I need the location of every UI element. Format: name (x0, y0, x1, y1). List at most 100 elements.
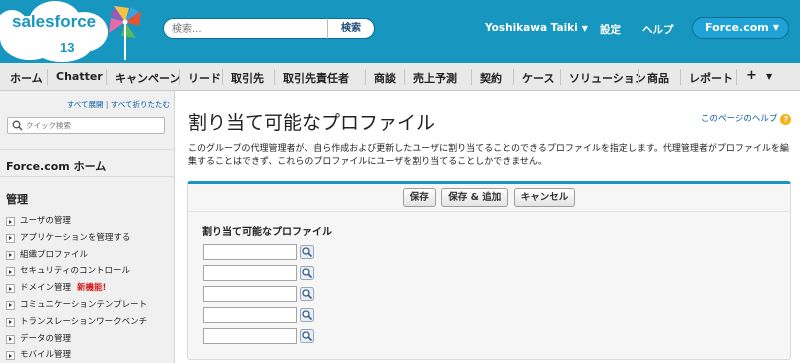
tab-cases[interactable]: ケース (522, 70, 554, 86)
help-link-header[interactable]: ヘルプ (642, 22, 674, 37)
all-tabs-plus-icon[interactable]: + (746, 68, 757, 83)
button-row: 保存 保存 & 追加 キャンセル (188, 188, 790, 207)
user-menu[interactable]: Yoshikawa Taiki ▼ (485, 22, 588, 34)
logo-version: 13 (60, 40, 74, 55)
tab-reports[interactable]: レポート (689, 70, 733, 86)
quick-search-input[interactable] (26, 120, 156, 131)
profile-field-1[interactable] (203, 244, 297, 260)
lookup-icon[interactable] (300, 245, 314, 259)
profile-field-2[interactable] (203, 265, 297, 281)
collapse-all-link[interactable]: すべて折りたたむ (111, 100, 170, 109)
app-menu-label: Force.com (705, 21, 769, 34)
assignable-profiles-label: 割り当て可能なプロファイル (202, 227, 332, 238)
force-home-link[interactable]: Force.com ホーム (0, 149, 175, 177)
setup-link[interactable]: 設定 (600, 22, 621, 37)
sidebar-item-manage-users[interactable]: ユーザの管理 (6, 214, 147, 231)
tab-separator (513, 69, 514, 85)
sidebar-item-mobile-administration[interactable]: モバイル管理 (6, 348, 147, 363)
tab-separator (365, 69, 366, 85)
sidebar-item-label: 組織プロファイル (20, 249, 89, 260)
tab-contacts[interactable]: 取引先責任者 (283, 70, 349, 86)
toggle-separator: | (105, 100, 109, 109)
expand-arrow-icon (6, 334, 15, 344)
sidebar-item-manage-apps[interactable]: アプリケーションを管理する (6, 231, 147, 248)
user-name: Yoshikawa Taiki (485, 22, 578, 34)
tab-bar: ホーム Chatter キャンペーン リード 取引先 取引先責任者 商談 売上予… (0, 63, 800, 91)
sidebar-item-label: セキュリティのコントロール (20, 266, 130, 277)
help-icon: ? (780, 114, 792, 125)
profile-lookup (203, 307, 314, 323)
expand-arrow-icon (6, 217, 15, 226)
chevron-down-icon[interactable]: ▼ (766, 72, 772, 81)
sidebar-item-label: ユーザの管理 (20, 216, 71, 226)
tab-chatter[interactable]: Chatter (56, 70, 103, 83)
expand-arrow-icon (6, 317, 15, 327)
global-header: salesforce 13 検索 Yoshikawa Taiki▼ 設定 ヘルプ… (0, 0, 800, 63)
expand-arrow-icon (6, 267, 15, 277)
tab-separator (736, 69, 737, 85)
sidebar-item-label: データの管理 (20, 333, 72, 344)
profile-field-4[interactable] (203, 307, 297, 323)
tab-separator (638, 69, 639, 85)
profile-lookup (203, 328, 314, 344)
admin-menu: ユーザの管理 アプリケーションを管理する 組織プロファイル セキュリティのコント… (6, 214, 147, 363)
tab-home[interactable]: ホーム (10, 70, 43, 86)
expand-arrow-icon (6, 300, 15, 310)
lookup-icon[interactable] (300, 308, 314, 322)
tab-separator (222, 69, 223, 85)
page-help-label: このページのヘルプ (701, 114, 778, 124)
sidebar-item-label: トランスレーションワークベンチ (20, 316, 148, 327)
global-search: 検索 (163, 18, 375, 39)
page-description: このグループの代理管理者が、自ら作成および更新したユーザに割り当てることのできる… (188, 144, 789, 167)
tab-accounts[interactable]: 取引先 (231, 70, 264, 86)
expand-arrow-icon (6, 233, 15, 243)
expand-arrow-icon (6, 351, 15, 361)
search-icon (12, 120, 23, 131)
sidebar-item-label: アプリケーションを管理する (20, 232, 131, 243)
sidebar-item-label: モバイル管理 (20, 350, 72, 361)
sidebar: すべて展開 | すべて折りたたむ Force.com ホーム 管理 ユーザの管理… (0, 91, 175, 363)
tab-separator (47, 69, 48, 85)
sidebar-item-communication-templates[interactable]: コミュニケーションテンプレート (6, 298, 147, 315)
tab-separator (471, 69, 472, 85)
tab-solutions[interactable]: ソリューション (569, 70, 646, 86)
chevron-down-icon: ▼ (581, 24, 588, 33)
tab-contracts[interactable]: 契約 (480, 70, 502, 86)
global-search-button[interactable]: 検索 (327, 18, 375, 39)
page-title: 割り当て可能なプロファイル (188, 112, 436, 134)
tab-separator (680, 69, 681, 85)
new-feature-badge: 新機能! (77, 283, 107, 294)
edit-panel: 保存 保存 & 追加 キャンセル 割り当て可能なプロファイル (187, 181, 791, 360)
cancel-button[interactable]: キャンセル (513, 188, 576, 207)
sidebar-item-company-profile[interactable]: 組織プロファイル (6, 248, 147, 265)
sidebar-item-label: ドメイン管理 (20, 283, 72, 294)
sidebar-item-domain-management[interactable]: ドメイン管理 新機能! (6, 281, 147, 298)
sidebar-item-label: コミュニケーションテンプレート (20, 299, 148, 310)
expand-all-link[interactable]: すべて展開 (67, 100, 104, 109)
save-button[interactable]: 保存 (402, 188, 436, 207)
lookup-icon[interactable] (300, 287, 314, 301)
tab-opportunities[interactable]: 商談 (374, 70, 396, 86)
save-and-new-button[interactable]: 保存 & 追加 (441, 188, 509, 207)
admin-section-title: 管理 (6, 193, 28, 206)
lookup-icon[interactable] (300, 266, 314, 280)
tab-leads[interactable]: リード (188, 70, 221, 86)
tab-separator (560, 69, 561, 85)
chevron-down-icon: ▼ (772, 23, 779, 32)
tab-separator (106, 69, 107, 85)
profile-field-3[interactable] (203, 286, 297, 302)
expand-arrow-icon (6, 250, 15, 260)
sidebar-item-data-management[interactable]: データの管理 (6, 332, 147, 349)
tab-campaigns[interactable]: キャンペーン (115, 70, 180, 86)
lookup-icon[interactable] (300, 329, 314, 343)
page-help-link[interactable]: このページのヘルプ? (701, 112, 792, 125)
tab-products[interactable]: 商品 (647, 70, 669, 86)
salesforce-logo[interactable]: salesforce 13 (0, 0, 160, 63)
app-menu-button[interactable]: Force.com ▼ (692, 17, 789, 39)
sidebar-item-translation-workbench[interactable]: トランスレーションワークベンチ (6, 315, 147, 332)
profile-field-5[interactable] (203, 328, 297, 344)
global-search-input[interactable] (172, 22, 332, 36)
sidebar-item-security-controls[interactable]: セキュリティのコントロール (6, 264, 147, 281)
tab-forecasts[interactable]: 売上予測 (413, 70, 457, 86)
profile-lookup (203, 244, 314, 260)
